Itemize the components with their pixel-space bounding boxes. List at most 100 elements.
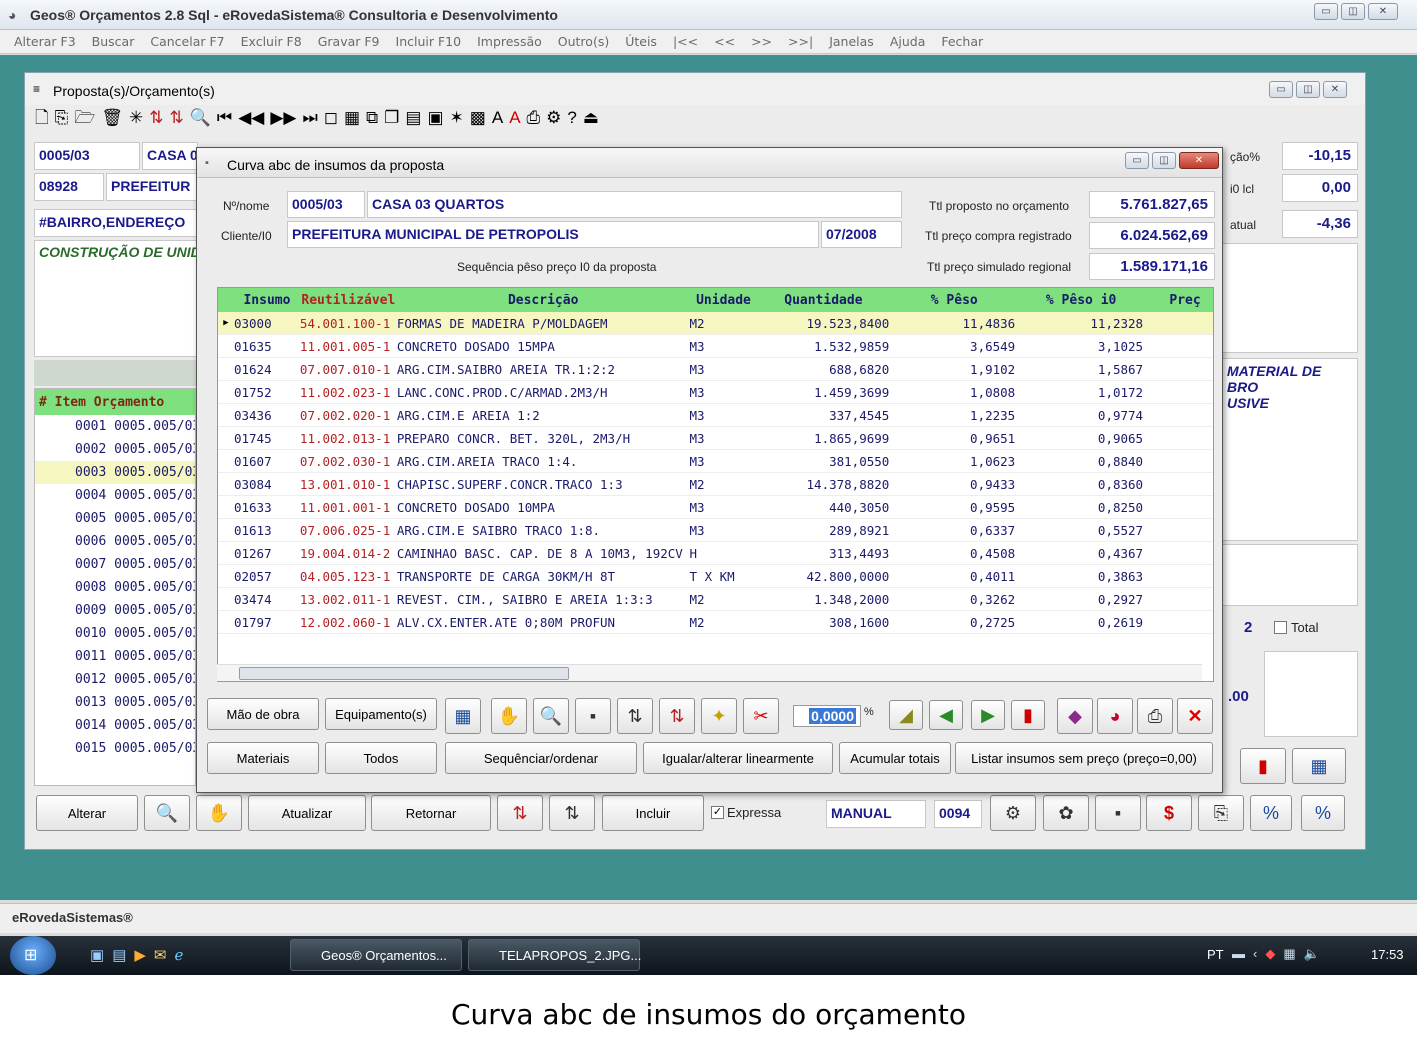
acumular-button[interactable]: Acumular totais [839, 742, 951, 774]
table-row[interactable]: 0002 0005.005/03 [35, 438, 195, 461]
menu-item-9[interactable]: |<< [673, 34, 698, 49]
exit-icon[interactable]: ⏏ [583, 107, 599, 129]
table-row[interactable]: ▶ 03000 54.001.100-1 FORMAS DE MADEIRA P/MO… [218, 312, 1213, 335]
total-value-0[interactable]: 5.761.827,65 [1089, 191, 1215, 218]
table-row[interactable]: 01752 11.002.023-1 LANC.CONC.PROD.C/ARMAD.… [218, 381, 1213, 404]
calculator-button[interactable]: ▦ [1292, 748, 1346, 784]
table-row[interactable]: 0011 0005.005/03 [35, 645, 195, 668]
table-row[interactable]: 0001 0005.005/03 [35, 415, 195, 438]
clock[interactable]: 17:53 [1371, 947, 1404, 962]
gear-button[interactable]: ✿ [1043, 795, 1089, 831]
next-icon[interactable]: ▶▶ [270, 107, 296, 129]
tool-button[interactable]: ✋ [491, 698, 527, 734]
insumos-grid[interactable]: Insumo Reutilizável Descrição Unidade Quanti… [217, 287, 1214, 682]
table-row[interactable]: 01607 07.002.030-1 ARG.CIM.AREIA TRACO 1:4… [218, 450, 1213, 473]
menu-item-10[interactable]: << [714, 34, 735, 49]
table-row[interactable]: 0007 0005.005/03 [35, 553, 195, 576]
address-field[interactable]: #BAIRRO,ENDEREÇO [34, 209, 198, 237]
table-row[interactable]: 0010 0005.005/03 [35, 622, 195, 645]
table-row[interactable]: 0006 0005.005/03 [35, 530, 195, 553]
sort-za-button[interactable]: ⇅ [549, 795, 595, 831]
retornar-button[interactable]: Retornar [371, 795, 491, 831]
print-icon[interactable]: ⎙ [527, 107, 541, 129]
items-grid[interactable]: # Item Orçamento 0001 0005.005/03 0002 00… [34, 388, 196, 786]
calculator-button[interactable]: ▦ [445, 698, 481, 734]
right-memo-3[interactable] [1264, 651, 1358, 737]
menu-item-0[interactable]: Alterar F3 [14, 34, 76, 49]
column-header[interactable]: Descrição [397, 293, 690, 308]
total-value-1[interactable]: 6.024.562,69 [1089, 222, 1215, 249]
materiais-button[interactable]: Materiais [207, 742, 319, 774]
table-icon[interactable]: ▩ [470, 107, 486, 129]
network-icon[interactable]: ▦ [1283, 946, 1295, 962]
red-flag-button[interactable]: ▮ [1240, 748, 1286, 784]
table-row[interactable]: 01624 07.007.010-1 ARG.CIM.SAIBRO AREIA TR… [218, 358, 1213, 381]
menu-item-3[interactable]: Excluir F8 [241, 34, 302, 49]
menu-item-13[interactable]: Janelas [829, 34, 874, 49]
chevron-left-icon[interactable]: ‹ [1253, 946, 1257, 962]
desktop-icon[interactable]: ▣ [90, 946, 104, 964]
taskbar-item-image[interactable]: TELAPROPOS_2.JPG... [468, 939, 641, 971]
table-row[interactable]: 02057 04.005.123-1 TRANSPORTE DE CARGA 30K… [218, 565, 1213, 588]
column-header[interactable]: Insumo [234, 293, 300, 308]
browser-icon[interactable]: ℯ [175, 946, 184, 964]
percent-button-1[interactable]: % [1250, 795, 1292, 831]
minimize-icon[interactable]: ▭ [1269, 81, 1293, 98]
maximize-icon[interactable]: ◫ [1296, 81, 1320, 98]
gears-button[interactable]: ⚙ [990, 795, 1036, 831]
window-switch-icon[interactable]: ▤ [112, 946, 126, 964]
table-row[interactable]: 01267 19.004.014-2 CAMINHAO BASC. CAP. DE … [218, 542, 1213, 565]
new-doc-icon[interactable]: 🗋 [35, 107, 49, 129]
column-header[interactable]: % Pêso [893, 293, 1019, 308]
dialog-client-field[interactable]: PREFEITURA MUNICIPAL DE PETROPOLIS [287, 221, 819, 248]
next-button[interactable]: ▶ [971, 700, 1005, 730]
font-icon[interactable]: A [492, 107, 503, 129]
first-icon[interactable]: ⏮ [217, 107, 232, 129]
incluir-button[interactable]: Incluir [602, 795, 704, 831]
start-button[interactable]: ⊞ [10, 936, 56, 975]
proposal-name-field[interactable]: CASA 0 [142, 142, 198, 170]
column-header[interactable]: Quantidade [757, 293, 893, 308]
listar-sem-preco-button[interactable]: Listar insumos sem preço (preço=0,00) [955, 742, 1213, 774]
mao-de-obra-button[interactable]: Mão de obra [207, 698, 319, 730]
expressa-checkbox[interactable]: ✓ [711, 806, 724, 819]
open-folder-icon[interactable]: 🗁 [74, 107, 95, 129]
menu-item-14[interactable]: Ajuda [890, 34, 926, 49]
magic-button[interactable]: ✦ [701, 698, 737, 734]
menu-item-7[interactable]: Outro(s) [558, 34, 609, 49]
sort-az-button[interactable]: ⇅ [497, 795, 543, 831]
igualar-button[interactable]: Igualar/alterar linearmente [643, 742, 833, 774]
dialog-name-field[interactable]: CASA 03 QUARTOS [367, 191, 902, 218]
column-header[interactable]: % Pêso i0 [1019, 293, 1147, 308]
table-row[interactable]: 0014 0005.005/03 [35, 714, 195, 737]
keyboard-icon[interactable]: ▬ [1232, 946, 1245, 962]
column-header[interactable]: Reutilizável [300, 293, 397, 308]
gear-icon[interactable]: ⚙ [546, 107, 561, 129]
menu-item-8[interactable]: Úteis [625, 34, 657, 49]
table-row[interactable]: 01635 11.001.005-1 CONCRETO DOSADO 15MPA M3… [218, 335, 1213, 358]
percent-button-2[interactable]: % [1301, 795, 1345, 831]
horizontal-scrollbar[interactable] [217, 664, 1202, 681]
print-button[interactable]: ⎙ [1137, 698, 1173, 734]
search-icon[interactable]: 🔍 [190, 107, 211, 129]
menu-item-6[interactable]: Impressão [477, 34, 542, 49]
sort-za-icon[interactable]: ⇅ [149, 107, 163, 129]
help-icon[interactable]: ? [567, 107, 576, 129]
search-button[interactable]: 🔍 [144, 795, 190, 831]
menu-item-5[interactable]: Incluir F10 [396, 34, 462, 49]
language-indicator[interactable]: PT [1207, 947, 1224, 962]
chart-button[interactable]: ◕ [1097, 698, 1133, 734]
table-row[interactable]: 0003 0005.005/03 [35, 461, 195, 484]
table-row[interactable]: 0009 0005.005/03 [35, 599, 195, 622]
cancel-button[interactable]: ✕ [1177, 698, 1213, 734]
maximize-icon[interactable]: ◫ [1341, 3, 1365, 20]
atualizar-button[interactable]: Atualizar [248, 795, 366, 831]
table-row[interactable]: 01633 11.001.001-1 CONCRETO DOSADO 10MPA M3… [218, 496, 1213, 519]
right-value-0[interactable]: -10,15 [1282, 142, 1358, 170]
horizontal-scroll-thumb[interactable] [239, 667, 569, 680]
sort-za-button[interactable]: ⇅ [617, 698, 653, 734]
dialog-date-field[interactable]: 07/2008 [821, 221, 902, 248]
trash-icon[interactable]: 🗑 [101, 107, 123, 129]
proposal-code-field[interactable]: 0005/03 [34, 142, 140, 170]
star-icon[interactable]: ✶ [450, 107, 464, 129]
